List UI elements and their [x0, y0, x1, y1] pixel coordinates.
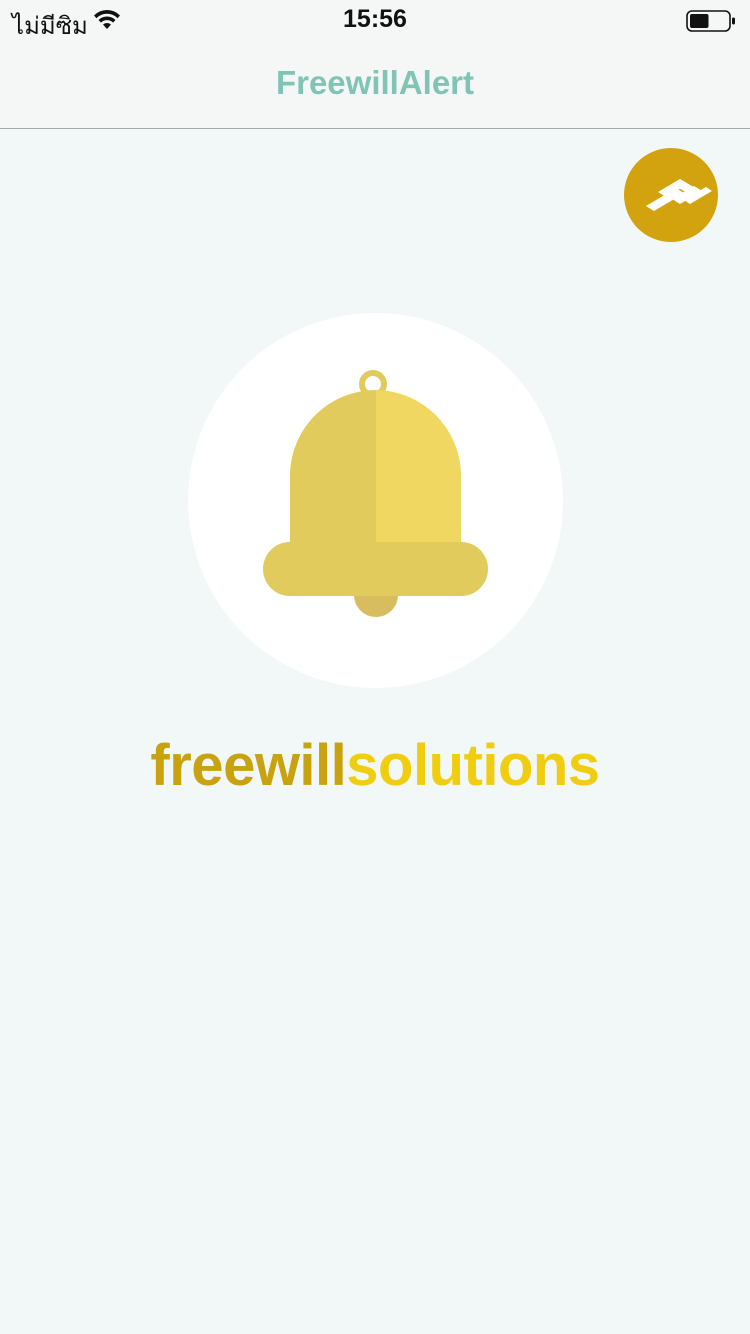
brand-solutions: solutions [346, 733, 600, 798]
bell-icon [263, 370, 488, 617]
status-time: 15:56 [343, 5, 407, 33]
navigation-bar: FreewillAlert [0, 40, 750, 129]
bell-illustration-circle [188, 313, 563, 688]
brand-wordmark: freewillsolutions [0, 732, 750, 799]
freewill-logo-icon [646, 179, 712, 211]
nav-title: FreewillAlert [275, 64, 475, 101]
status-bar: ไม่มีซิม 15:56 [0, 0, 750, 40]
battery-icon [686, 10, 735, 32]
brand-freewill: freewill [150, 733, 347, 798]
freewill-logo-button[interactable] [624, 148, 718, 242]
app-screen: ไม่มีซิม 15:56 FreewillAlert freewillsol… [0, 0, 750, 1334]
